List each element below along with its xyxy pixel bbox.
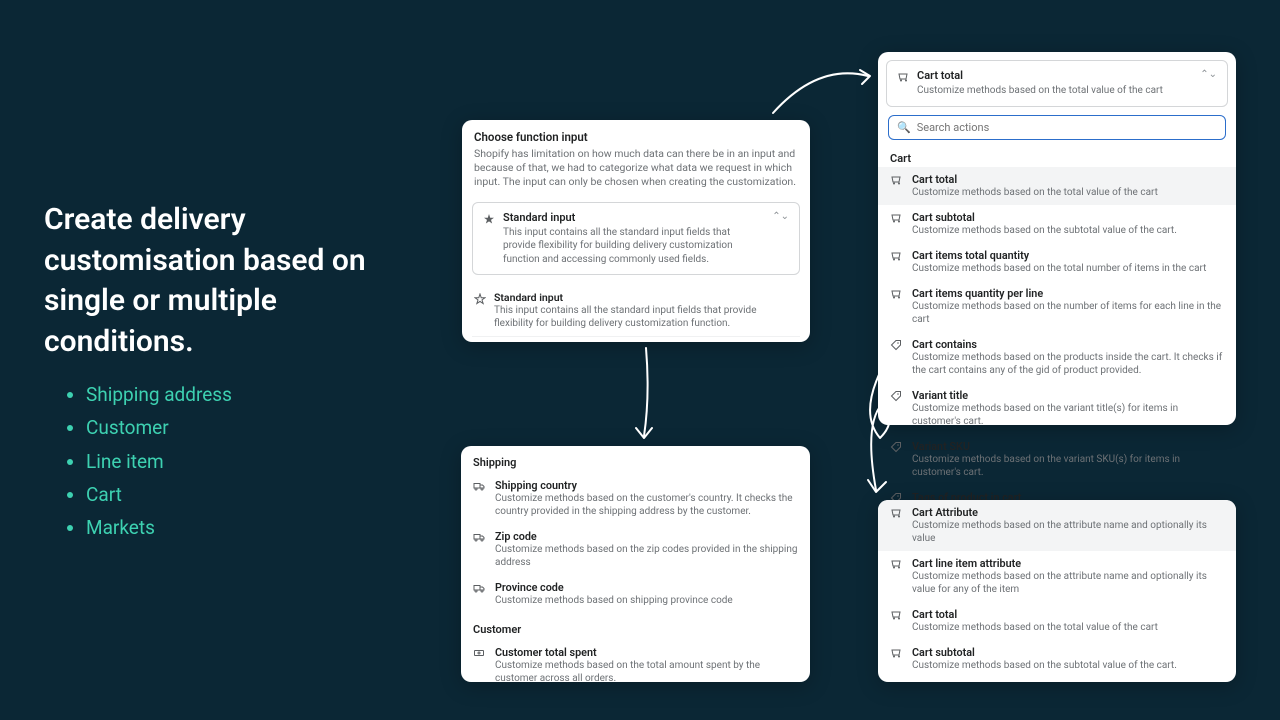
panel-shipping-customer: ShippingShipping countryCustomize method…: [461, 446, 810, 682]
action-item[interactable]: Shipping countryCustomize methods based …: [461, 473, 810, 524]
item-desc: Customize methods based on the variant t…: [912, 402, 1224, 428]
headline: Create delivery customisation based on s…: [44, 200, 409, 362]
star-icon: [474, 293, 486, 305]
header-desc: Customize methods based on the total val…: [917, 84, 1192, 98]
action-item[interactable]: Variant SKUCustomize methods based on th…: [878, 434, 1236, 485]
function-input-select[interactable]: Standard input This input contains all t…: [472, 202, 800, 276]
bullet-item: Shipping address: [86, 378, 232, 411]
cart-icon: [890, 288, 904, 300]
panel-cart-actions: Cart totalCustomize methods based on the…: [878, 52, 1236, 425]
header-title: Cart total: [917, 69, 1192, 82]
option-cart-line-attributes[interactable]: Cart & line item attributesThis line ite…: [472, 336, 800, 342]
item-desc: Customize methods based on the subtotal …: [912, 659, 1177, 672]
bullet-item: Cart: [86, 478, 232, 511]
chevron-icon: ⌃⌄: [772, 211, 789, 222]
cart-icon: [897, 71, 909, 83]
item-title: Cart items quantity per line: [912, 287, 1224, 300]
item-title: Zip code: [495, 530, 798, 543]
arrow-icon: [626, 346, 666, 444]
selected-desc: This input contains all the standard inp…: [503, 226, 764, 267]
panel-desc: Shopify has limitation on how much data …: [474, 147, 798, 190]
action-item[interactable]: Cart items total quantityCustomize metho…: [878, 678, 1236, 682]
item-title: Shipping country: [495, 479, 798, 492]
item-title: Customer total spent: [495, 646, 798, 659]
action-item[interactable]: Cart line item attributeCustomize method…: [878, 551, 1236, 602]
item-desc: Customize methods based on the products …: [912, 351, 1224, 377]
cart-icon: [890, 507, 904, 519]
option-standard-input[interactable]: Standard inputThis input contains all th…: [472, 285, 800, 336]
action-list: Cart totalCustomize methods based on the…: [878, 167, 1236, 523]
section-header: Shipping: [461, 446, 810, 473]
item-desc: Customize methods based on the variant S…: [912, 453, 1224, 479]
item-desc: Customize methods based on the attribute…: [912, 570, 1224, 596]
cash-icon: [473, 647, 487, 659]
truck-icon: [473, 582, 487, 594]
panel-cart-attribute: Cart AttributeCustomize methods based on…: [878, 500, 1236, 682]
item-desc: Customize methods based on shipping prov…: [495, 594, 733, 607]
panel-title: Choose function input: [474, 130, 798, 144]
action-item[interactable]: Customer total spentCustomize methods ba…: [461, 640, 810, 682]
bullet-list: Shipping address Customer Line item Cart…: [68, 378, 232, 544]
action-item[interactable]: Province codeCustomize methods based on …: [461, 575, 810, 613]
arrow-icon: [768, 58, 878, 118]
item-desc: Customize methods based on the total amo…: [495, 659, 798, 682]
cart-icon: [890, 250, 904, 262]
group-cart: Cart: [878, 148, 1236, 167]
truck-icon: [473, 480, 487, 492]
action-item[interactable]: Cart totalCustomize methods based on the…: [878, 602, 1236, 640]
action-item[interactable]: Cart items total quantityCustomize metho…: [878, 243, 1236, 281]
action-item[interactable]: Cart items quantity per lineCustomize me…: [878, 281, 1236, 332]
action-item[interactable]: Variant titleCustomize methods based on …: [878, 383, 1236, 434]
item-title: Cart Attribute: [912, 506, 1224, 519]
bullet-item: Customer: [86, 411, 232, 444]
item-desc: Customize methods based on the total num…: [912, 262, 1206, 275]
item-title: Variant SKU: [912, 440, 1224, 453]
selected-title: Standard input: [503, 211, 764, 224]
item-desc: Customize methods based on the number of…: [912, 300, 1224, 326]
item-title: Cart line item attribute: [912, 557, 1224, 570]
cart-header-select[interactable]: Cart total Customize methods based on the…: [886, 60, 1228, 107]
item-title: Cart subtotal: [912, 646, 1177, 659]
cart-icon: [890, 558, 904, 570]
search-input[interactable]: [917, 121, 1217, 134]
search-icon: 🔍: [897, 121, 911, 134]
search-actions[interactable]: 🔍: [888, 115, 1226, 140]
item-title: Province code: [495, 581, 733, 594]
item-desc: Customize methods based on the zip codes…: [495, 543, 798, 569]
chevron-icon: ⌃⌄: [1200, 69, 1217, 80]
item-desc: Customize methods based on the total val…: [912, 186, 1158, 199]
item-title: Cart items total quantity: [912, 249, 1206, 262]
action-item[interactable]: Cart subtotalCustomize methods based on …: [878, 640, 1236, 678]
item-desc: Customize methods based on the customer'…: [495, 492, 798, 518]
panel-function-input: Choose function input Shopify has limita…: [462, 120, 810, 342]
option-desc: This input contains all the standard inp…: [494, 304, 798, 330]
item-desc: Customize methods based on the subtotal …: [912, 224, 1177, 237]
section-header: Customer: [461, 613, 810, 640]
action-item[interactable]: Cart AttributeCustomize methods based on…: [878, 500, 1236, 551]
arrow-icon: [846, 350, 906, 500]
item-title: Variant title: [912, 389, 1224, 402]
action-item[interactable]: Cart containsCustomize methods based on …: [878, 332, 1236, 383]
cart-icon: [890, 647, 904, 659]
item-title: Cart total: [912, 608, 1158, 621]
cart-icon: [890, 212, 904, 224]
action-item[interactable]: Zip codeCustomize methods based on the z…: [461, 524, 810, 575]
item-desc: Customize methods based on the total val…: [912, 621, 1158, 634]
truck-icon: [473, 531, 487, 543]
action-item[interactable]: Cart totalCustomize methods based on the…: [878, 167, 1236, 205]
star-icon: [483, 213, 495, 225]
bullet-item: Markets: [86, 511, 232, 544]
item-title: Cart total: [912, 173, 1158, 186]
bullet-item: Line item: [86, 445, 232, 478]
tag-icon: [890, 339, 904, 351]
action-item[interactable]: Cart subtotalCustomize methods based on …: [878, 205, 1236, 243]
item-title: Cart subtotal: [912, 211, 1177, 224]
cart-icon: [890, 609, 904, 621]
option-title: Standard input: [494, 291, 798, 304]
item-title: Cart contains: [912, 338, 1224, 351]
item-desc: Customize methods based on the attribute…: [912, 519, 1224, 545]
cart-icon: [890, 174, 904, 186]
